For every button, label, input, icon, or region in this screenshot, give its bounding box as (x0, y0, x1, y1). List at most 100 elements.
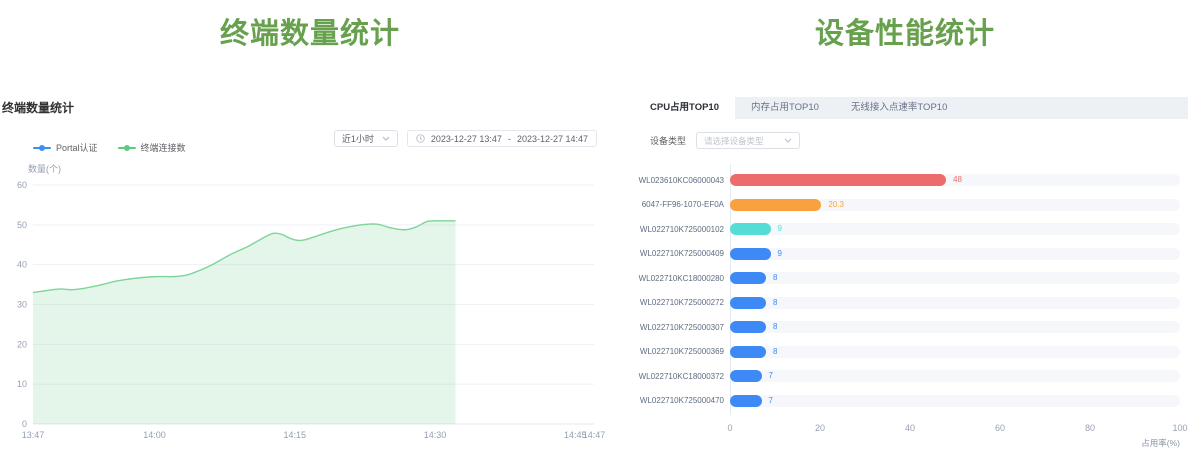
chevron-down-icon (784, 138, 792, 143)
x-tick-label: 13:47 (22, 430, 45, 440)
bar (730, 199, 821, 211)
chart-legend: Portal认证 终端连接数 (33, 141, 186, 154)
date-start: 2023-12-27 13:47 (431, 134, 502, 144)
tab[interactable]: CPU占用TOP10 (634, 97, 735, 119)
x-tick-label: 100 (1172, 423, 1187, 433)
dashboard: 终端数量统计 终端数量统计 近1小时 2023-12-27 13:47 - 20… (0, 0, 1200, 456)
bar (730, 297, 766, 309)
bar-track: 8 (730, 346, 1180, 358)
bar-track: 8 (730, 321, 1180, 333)
bar-value: 48 (953, 174, 962, 186)
legend-item[interactable]: 终端连接数 (118, 141, 186, 154)
bar-chart: WL023610KC06000043 48 6047-FF96-1070-EF0A 2… (632, 168, 1180, 449)
bar-row: WL022710K725000272 8 (632, 291, 1180, 316)
bar-track: 9 (730, 248, 1180, 260)
bar (730, 346, 766, 358)
y-tick-label: 60 (17, 180, 27, 190)
tabs: CPU占用TOP10内存占用TOP10无线接入点速率TOP10 (634, 97, 1188, 119)
series-area (33, 221, 456, 424)
bar-row: WL022710KC180002808 (632, 266, 1180, 291)
bar-row: 6047-FF96-1070-EF0A 20.3 (632, 193, 1180, 218)
x-tick-label: 0 (727, 423, 732, 433)
device-type-select[interactable]: 请选择设备类型 (696, 132, 800, 149)
bar-value: 8 (773, 321, 777, 333)
device-label: WL022710KC18000372 (632, 372, 730, 381)
bar-track: 48 (730, 174, 1180, 186)
x-tick-label: 14:47 (583, 430, 606, 440)
x-axis-name: 占用率(%) (730, 437, 1180, 449)
device-label: 6047-FF96-1070-EF0A (632, 200, 730, 209)
x-tick-label: 60 (995, 423, 1005, 433)
date-end: 2023-12-27 14:47 (517, 134, 588, 144)
y-tick-label: 10 (17, 379, 27, 389)
bar (730, 174, 946, 186)
bar-track: 8 (730, 297, 1180, 309)
bar (730, 223, 771, 235)
bar-row: WL022710K725000470 7 (632, 389, 1180, 414)
x-tick-label: 80 (1085, 423, 1095, 433)
bar (730, 370, 762, 382)
legend-marker-dot (124, 145, 130, 151)
device-type-filter: 设备类型 请选择设备类型 (650, 132, 800, 149)
terminal-stats-panel: 终端数量统计 终端数量统计 近1小时 2023-12-27 13:47 - 20… (0, 0, 620, 456)
device-label: WL022710K725000369 (632, 347, 730, 356)
bar (730, 248, 771, 260)
device-label: WL022710K725000272 (632, 298, 730, 307)
bar-row: WL022710K725000409 9 (632, 242, 1180, 267)
bar-track: 20.3 (730, 199, 1180, 211)
bar (730, 272, 766, 284)
device-label: WL022710K725000307 (632, 323, 730, 332)
bar-row: WL022710K7250003698 (632, 340, 1180, 365)
bar-track: 7 (730, 395, 1180, 407)
x-tick-label: 40 (905, 423, 915, 433)
bar-row: WL022710KC18000372 7 (632, 364, 1180, 389)
bar (730, 395, 762, 407)
clock-icon (416, 134, 425, 143)
y-tick-label: 30 (17, 300, 27, 310)
chevron-down-icon (382, 136, 390, 141)
y-tick-label: 50 (17, 220, 27, 230)
legend-marker-icon (33, 143, 51, 153)
legend-marker-icon (118, 143, 136, 153)
time-range-select[interactable]: 近1小时 (334, 130, 398, 147)
device-stats-panel: 设备性能统计 CPU占用TOP10内存占用TOP10无线接入点速率TOP10 设… (632, 0, 1188, 456)
device-label: WL022710K725000409 (632, 249, 730, 258)
legend-label: Portal认证 (56, 141, 98, 154)
bar-row: WL022710K7250001029 (632, 217, 1180, 242)
bar-value: 7 (769, 370, 773, 382)
bar-value: 7 (769, 395, 773, 407)
bar-row: WL022710K725000307 8 (632, 315, 1180, 340)
line-chart-svg: 010203040506013:4714:0014:1514:3014:4514… (0, 160, 620, 456)
device-type-placeholder: 请选择设备类型 (704, 135, 764, 147)
bar-track: 9 (730, 223, 1180, 235)
device-label: WL022710K725000470 (632, 396, 730, 405)
date-range-picker[interactable]: 2023-12-27 13:47 - 2023-12-27 14:47 (407, 130, 597, 147)
bar-track: 7 (730, 370, 1180, 382)
x-tick-label: 14:30 (424, 430, 447, 440)
x-axis: 020406080100 (730, 423, 1180, 434)
y-tick-label: 0 (22, 419, 27, 429)
bar-value: 20.3 (828, 199, 844, 211)
left-big-title: 终端数量统计 (0, 10, 620, 52)
bar-value: 9 (778, 248, 782, 260)
tab[interactable]: 内存占用TOP10 (735, 97, 835, 119)
time-controls: 近1小时 2023-12-27 13:47 - 2023-12-27 14:47 (334, 130, 597, 147)
date-separator: - (508, 134, 511, 144)
tab[interactable]: 无线接入点速率TOP10 (835, 97, 963, 119)
bar-row: WL023610KC06000043 48 (632, 168, 1180, 193)
x-tick-label: 14:00 (143, 430, 166, 440)
legend-item[interactable]: Portal认证 (33, 141, 98, 154)
legend-marker-dot (39, 145, 45, 151)
y-tick-label: 40 (17, 260, 27, 270)
y-tick-label: 20 (17, 339, 27, 349)
x-tick-label: 14:15 (284, 430, 307, 440)
bar-value: 8 (773, 297, 777, 309)
device-label: WL023610KC06000043 (632, 176, 730, 185)
line-chart: 010203040506013:4714:0014:1514:3014:4514… (0, 160, 620, 456)
bar (730, 321, 766, 333)
bar-rows: WL023610KC06000043 48 6047-FF96-1070-EF0A 2… (632, 168, 1180, 413)
left-panel-title: 终端数量统计 (2, 99, 74, 116)
time-range-value: 近1小时 (342, 132, 374, 145)
bar-value: 8 (773, 272, 777, 284)
x-tick-label: 20 (815, 423, 825, 433)
